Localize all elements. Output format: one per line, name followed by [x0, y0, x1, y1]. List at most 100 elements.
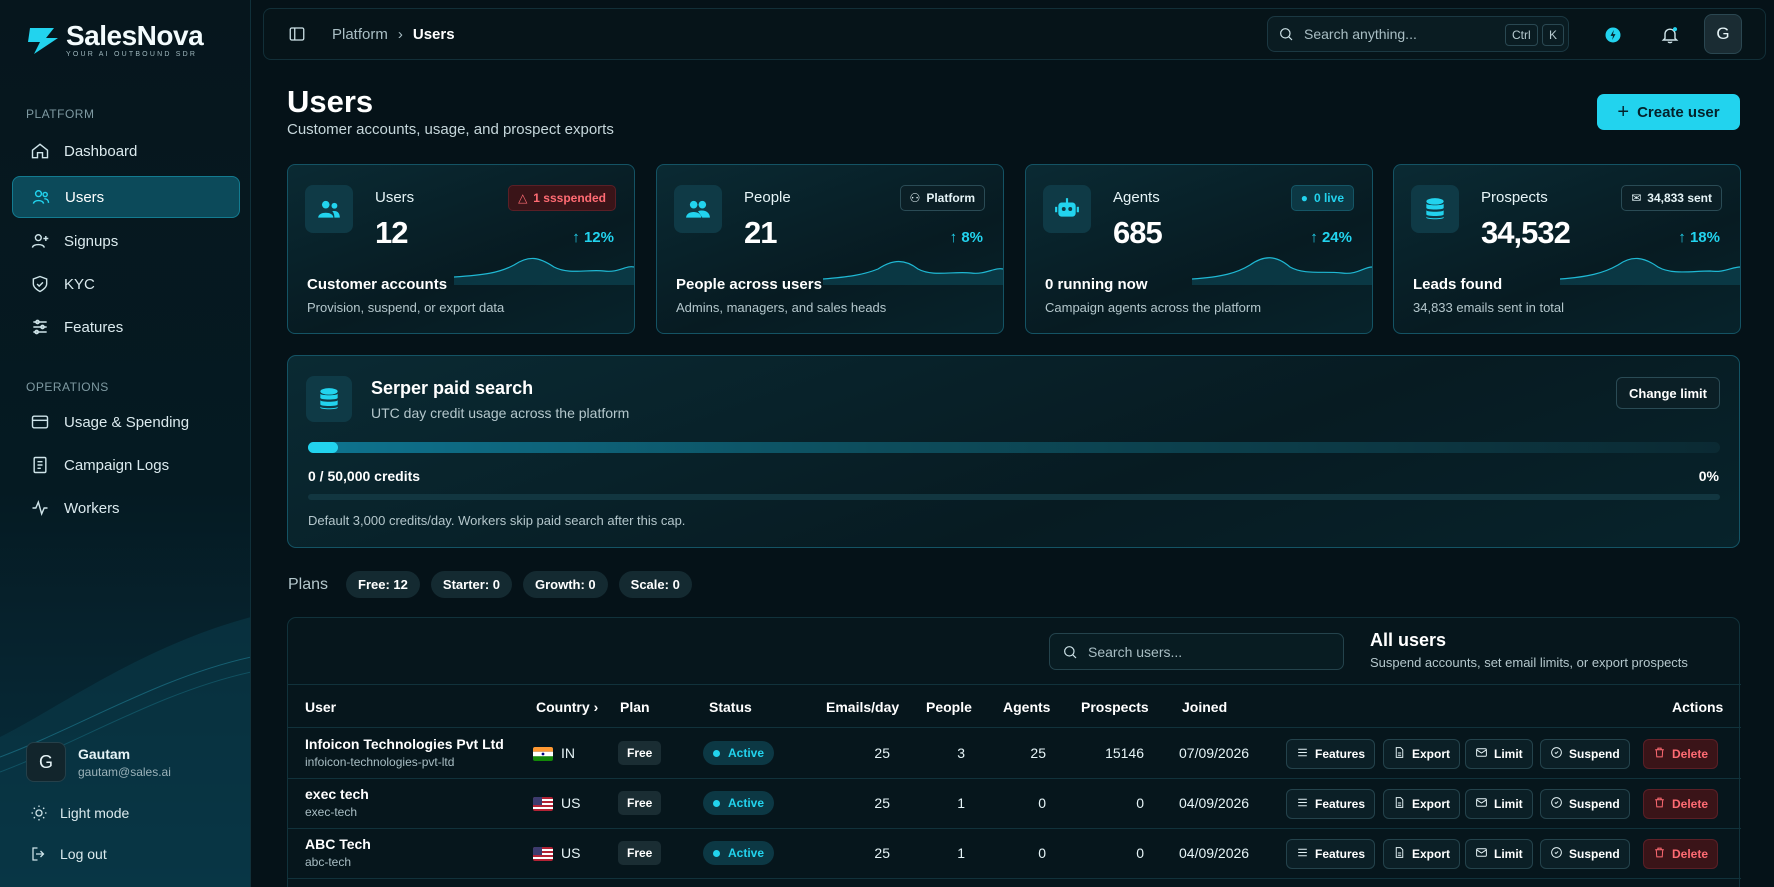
sidebar-item-label: Signups: [64, 232, 119, 250]
sidebar-item-label: Features: [64, 318, 124, 336]
stat-card-prospects: Prospects 34,532 ✉ 34,833 sent ↑ 18% Lead…: [1393, 164, 1741, 334]
mail-icon: [1475, 746, 1494, 762]
suspend-button[interactable]: Suspend: [1540, 839, 1630, 869]
credit-usage-bar-fill: [308, 442, 338, 453]
trash-icon: [1653, 796, 1672, 812]
sidebar-item-dashboard[interactable]: Dashboard: [12, 130, 240, 172]
create-user-button[interactable]: + Create user: [1597, 94, 1740, 130]
col-people[interactable]: People: [926, 699, 972, 715]
user-cell[interactable]: ABC Tech abc-tech: [305, 836, 371, 869]
logout-button[interactable]: Log out: [30, 845, 107, 863]
col-user[interactable]: User: [305, 699, 336, 715]
export-button[interactable]: Export: [1383, 789, 1461, 819]
plan-chip-scale[interactable]: Scale: 0: [618, 571, 692, 598]
export-button[interactable]: Export: [1383, 839, 1461, 869]
users-search-input[interactable]: Search users...: [1049, 633, 1344, 670]
breadcrumb-parent[interactable]: Platform: [332, 26, 388, 43]
shield-check-icon: [32, 275, 48, 293]
sidebar-item-signups[interactable]: Signups: [12, 220, 240, 262]
sidebar-item-campaign-logs[interactable]: Campaign Logs: [12, 444, 240, 486]
joined-cell: 07/09/2026: [1179, 745, 1250, 761]
country-cell: US: [533, 795, 580, 812]
top-avatar[interactable]: G: [1704, 14, 1742, 54]
stat-value: 12: [375, 215, 408, 250]
col-country[interactable]: Country ›: [536, 699, 598, 715]
table-row[interactable]: Infoicon Technologies Pvt Ltd infoicon-te…: [288, 729, 1741, 779]
sidebar: SalesNova YOUR AI OUTBOUND SDR PLATFORM …: [0, 0, 251, 887]
col-status[interactable]: Status: [709, 699, 752, 715]
page-title: Users: [287, 84, 374, 119]
sparkline: [1192, 257, 1372, 285]
prospects-cell: 0: [1136, 845, 1144, 861]
breadcrumb-current: Users: [412, 26, 455, 43]
plans-summary: Plans Free: 12 Starter: 0 Growth: 0 Scal…: [288, 571, 703, 598]
plan-chip-growth[interactable]: Growth: 0: [522, 571, 608, 598]
user-cell[interactable]: exec tech exec-tech: [305, 786, 369, 819]
col-plan[interactable]: Plan: [620, 699, 650, 715]
agents-cell: 0: [1038, 845, 1046, 861]
plan-chip-free[interactable]: Free: 12: [346, 571, 420, 598]
serper-subtitle: UTC day credit usage across the platform: [371, 405, 630, 421]
trash-icon: [1653, 846, 1672, 862]
sidebar-item-kyc[interactable]: KYC: [12, 263, 240, 305]
global-search-input[interactable]: Search anything... Ctrl K: [1267, 16, 1569, 52]
search-icon: [1280, 28, 1293, 41]
logout-icon: [32, 847, 45, 861]
trend-up: ↑ 8%: [949, 229, 983, 246]
people-icon: [674, 185, 722, 233]
delete-button[interactable]: Delete: [1643, 839, 1719, 869]
page-subtitle: Customer accounts, usage, and prospect e…: [287, 121, 614, 138]
sidebar-item-users[interactable]: Users: [12, 176, 240, 218]
col-emails[interactable]: Emails/day: [826, 699, 899, 715]
limit-button[interactable]: Limit: [1465, 839, 1533, 869]
delete-button[interactable]: Delete: [1643, 739, 1719, 769]
user-plus-icon: [31, 234, 49, 248]
plan-badge: Free: [618, 841, 662, 865]
plan-chip-starter[interactable]: Starter: 0: [430, 571, 512, 598]
table-row[interactable]: ABC Tech abc-tech US Free Active 25 1 0 0 04/09/2…: [288, 829, 1741, 879]
plan-badge: Free: [618, 791, 662, 815]
col-joined[interactable]: Joined: [1182, 699, 1227, 715]
status-cell: Active: [703, 741, 775, 765]
people-cell: 3: [957, 745, 965, 761]
sidebar-item-label: KYC: [64, 275, 95, 293]
credits-text: 0 / 50,000 credits: [308, 468, 421, 484]
features-button[interactable]: Features: [1286, 739, 1376, 769]
trend-up: ↑ 24%: [1310, 229, 1352, 246]
features-button[interactable]: Features: [1286, 789, 1376, 819]
limit-button[interactable]: Limit: [1465, 789, 1533, 819]
mail-icon: [1475, 846, 1494, 862]
sidebar-item-features[interactable]: Features: [12, 306, 240, 348]
sun-icon: [31, 805, 47, 821]
check-circle-icon: [1550, 746, 1569, 762]
sidebar-item-usage-spending[interactable]: Usage & Spending: [12, 401, 240, 443]
col-agents[interactable]: Agents: [1003, 699, 1050, 715]
suspend-button[interactable]: Suspend: [1540, 789, 1630, 819]
status-button[interactable]: [1597, 19, 1629, 51]
credits-percent: 0%: [1698, 468, 1719, 484]
status-cell: Active: [703, 841, 775, 865]
table-title: All users: [1370, 630, 1447, 650]
sidebar-toggle-icon[interactable]: [288, 25, 306, 43]
stat-card-users: Users 12 △ 1 ssspended ↑ 12% Customer acc…: [287, 164, 635, 334]
change-limit-button[interactable]: Change limit: [1615, 377, 1720, 409]
sidebar-item-workers[interactable]: Workers: [12, 487, 240, 529]
delete-button[interactable]: Delete: [1643, 789, 1719, 819]
stat-title: 0 running now: [1045, 276, 1148, 293]
features-button[interactable]: Features: [1286, 839, 1376, 869]
notifications-button[interactable]: [1654, 19, 1686, 51]
limit-button[interactable]: Limit: [1465, 739, 1533, 769]
chevron-right-icon: ›: [593, 699, 599, 715]
table-row[interactable]: exec tech exec-tech US Free Active 25 1 0 0 04/09…: [288, 779, 1741, 829]
user-cell[interactable]: Infoicon Technologies Pvt Ltd infoicon-te…: [305, 736, 504, 769]
search-icon: [1064, 645, 1077, 658]
brand-logo[interactable]: SalesNova YOUR AI OUTBOUND SDR: [24, 20, 204, 60]
breadcrumb: Platform › Users: [332, 26, 455, 43]
trend-up: ↑ 18%: [1678, 229, 1720, 246]
export-button[interactable]: Export: [1383, 739, 1461, 769]
suspend-button[interactable]: Suspend: [1540, 739, 1630, 769]
check-circle-icon: [1550, 796, 1569, 812]
col-prospects[interactable]: Prospects: [1081, 699, 1149, 715]
light-mode-toggle[interactable]: Light mode: [30, 804, 129, 822]
sidebar-user[interactable]: G Gautam gautam@sales.ai: [26, 742, 171, 782]
